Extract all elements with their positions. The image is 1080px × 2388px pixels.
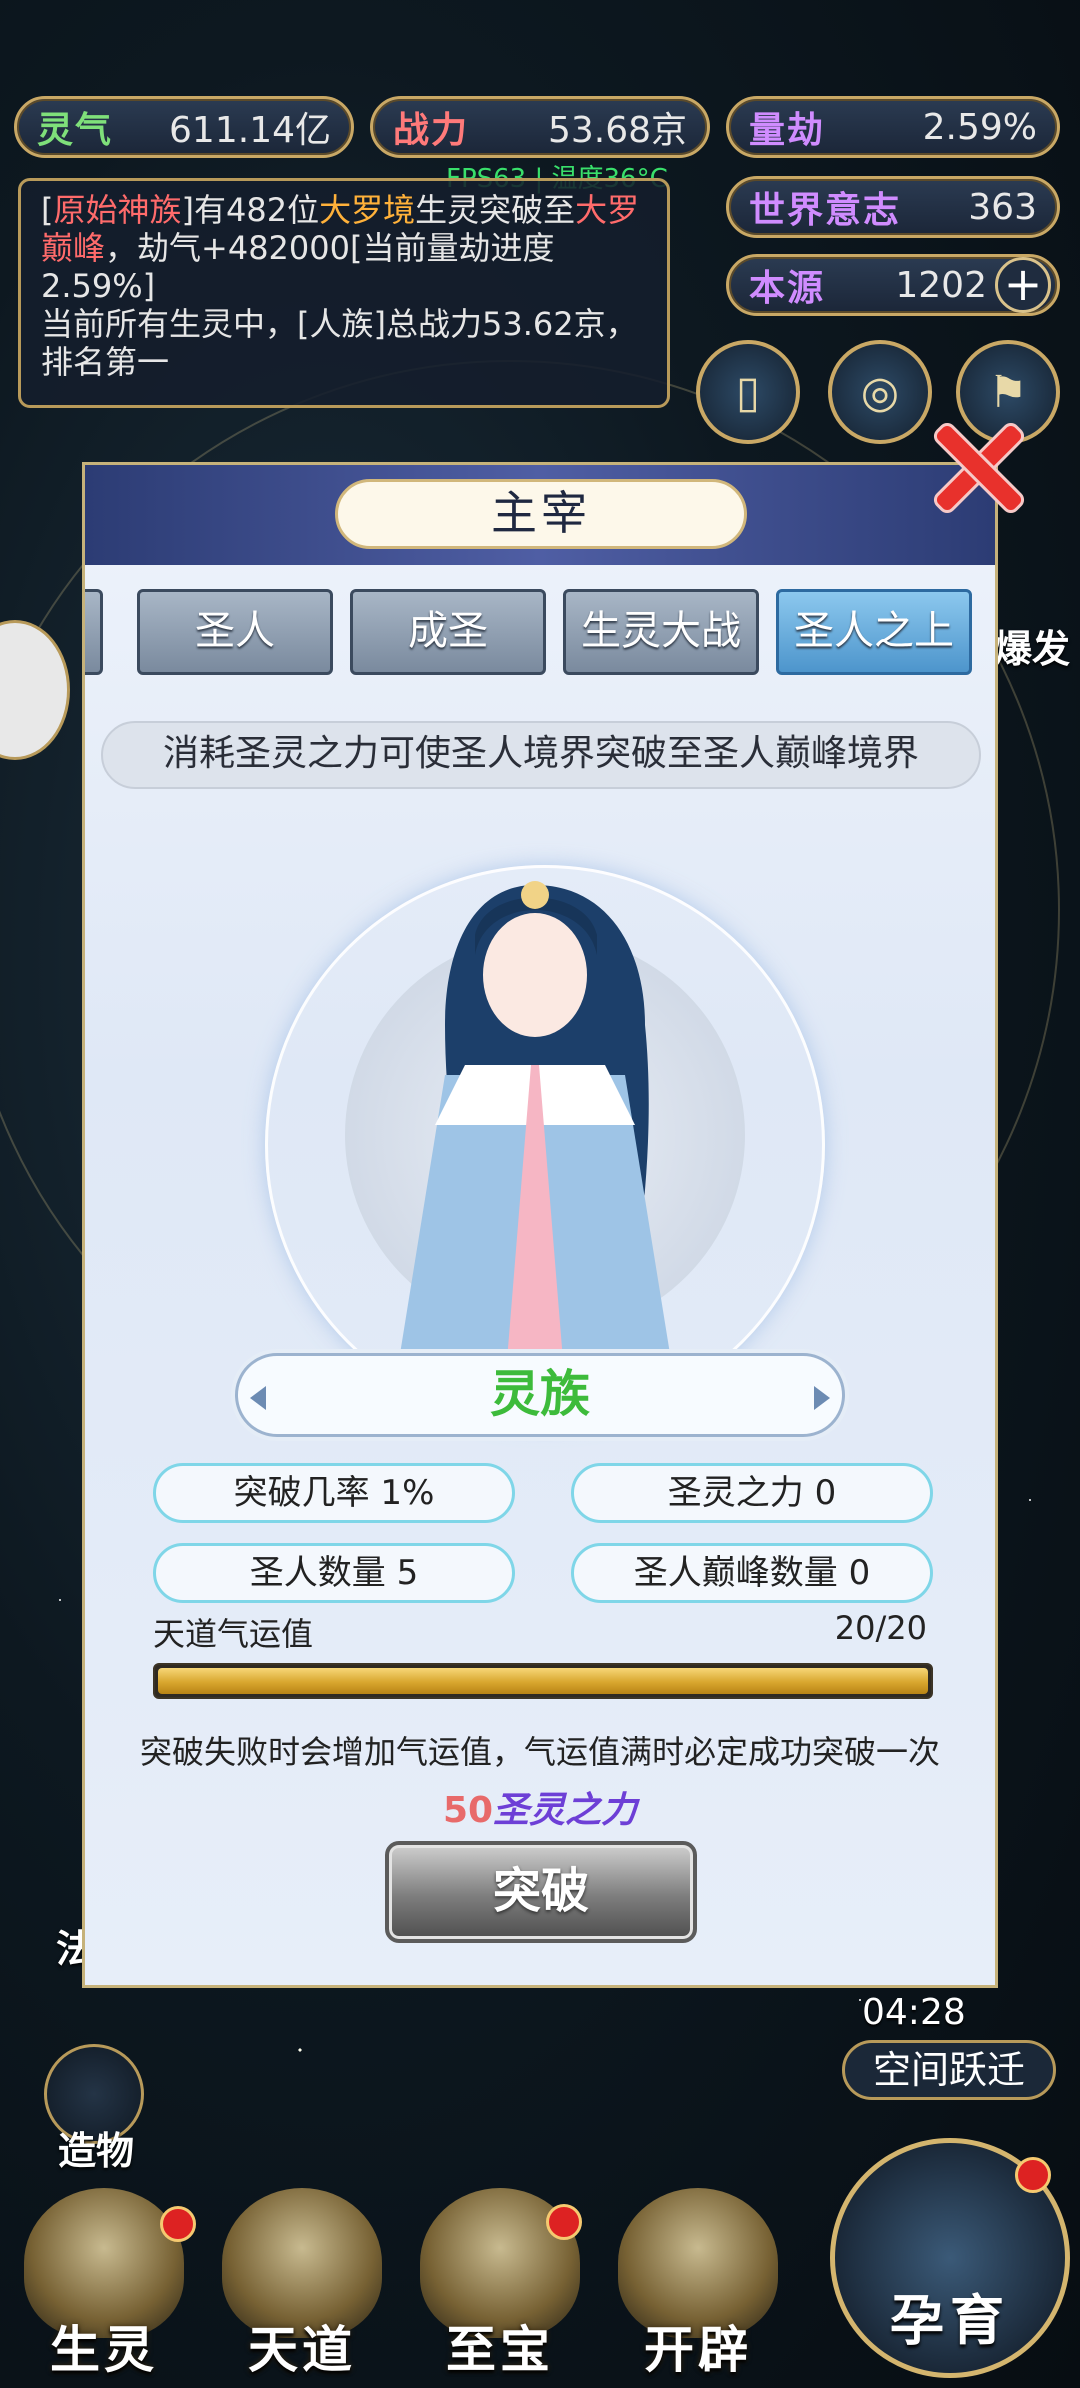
- spirit-maiden-figure: [395, 881, 675, 1385]
- tab-beyond-saint[interactable]: 圣人之上: [776, 589, 972, 675]
- nav-treasure-label: 至宝: [446, 2321, 554, 2379]
- nav-heaven-dao[interactable]: 天道: [212, 2188, 392, 2388]
- liangjie-value: 2.59%: [922, 106, 1037, 148]
- space-jump-button[interactable]: 空间跃迁: [842, 2040, 1056, 2100]
- tab-bar: 圣人 成圣 生灵大战 圣人之上: [85, 589, 995, 679]
- log-realm: 大罗境: [319, 191, 416, 229]
- nav-genesis-label: 开辟: [644, 2321, 752, 2379]
- zhanli-label: 战力: [393, 110, 470, 151]
- nav-heaven-dao-label: 天道: [248, 2321, 356, 2379]
- zhanli-pill[interactable]: 战力 53.68京: [370, 96, 710, 158]
- nav-genesis[interactable]: 开辟: [608, 2188, 788, 2388]
- event-log: [原始神族]有482位大罗境生灵突破至大罗巅峰，劫气+482000[当前量劫进度…: [18, 178, 670, 408]
- tab-scroll-left[interactable]: [85, 589, 103, 675]
- log-line-2: 当前所有生灵中，[人族]总战力53.62京，排名第一: [41, 305, 638, 381]
- lingqi-pill[interactable]: 灵气 611.14亿: [14, 96, 354, 158]
- fortune-label: 天道气运值: [153, 1615, 314, 1653]
- notification-dot: [160, 2206, 196, 2242]
- banner-icon: ⚑: [988, 366, 1028, 418]
- tab-lifeform-war[interactable]: 生灵大战: [563, 589, 759, 675]
- liangjie-label: 量劫: [749, 110, 826, 151]
- break-cost: 50圣灵之力: [85, 1781, 995, 1833]
- burst-label[interactable]: 爆发: [994, 618, 1070, 673]
- log-line-1: [原始神族]有482位大罗境生灵突破至大罗巅峰，劫气+482000[当前量劫进度…: [41, 191, 640, 305]
- description-banner: 消耗圣灵之力可使圣人境界突破至圣人巅峰境界: [101, 721, 981, 789]
- scroll-icon: ▯: [735, 366, 761, 418]
- cost-unit: 圣灵之力: [493, 1790, 638, 1831]
- nurture-button[interactable]: 孕育: [830, 2138, 1070, 2378]
- nav-lifeforms[interactable]: 生灵: [14, 2188, 196, 2388]
- notification-dot: [546, 2204, 582, 2240]
- dominator-dialog: 主宰 圣人 成圣 生灵大战 圣人之上 消耗圣灵之力可使圣人境界突破至圣人巅峰境界…: [82, 462, 998, 1988]
- origin-label: 本源: [749, 268, 826, 309]
- race-name-plate[interactable]: 灵族: [235, 1353, 845, 1437]
- world-will-value: 363: [968, 186, 1037, 228]
- notification-dot: [1015, 2157, 1051, 2193]
- character-portrait: [235, 825, 845, 1425]
- origin-pill[interactable]: 本源 1202 +: [726, 254, 1060, 316]
- breakthrough-button[interactable]: 突破: [385, 1841, 697, 1943]
- break-hint: 突破失败时会增加气运值，气运值满时必定成功突破一次: [139, 1733, 940, 1771]
- close-dialog-button[interactable]: [930, 420, 1024, 514]
- lingqi-value: 611.14亿: [169, 110, 331, 151]
- peak-saint-count-stat: 圣人巅峰数量 0: [571, 1543, 933, 1603]
- next-race-icon[interactable]: [814, 1386, 830, 1410]
- add-origin-button[interactable]: +: [995, 257, 1051, 313]
- zhanli-value: 53.68京: [547, 110, 687, 151]
- nurture-label: 孕育: [890, 2289, 1010, 2352]
- race-name: 灵族: [490, 1365, 590, 1423]
- tab-become-saint[interactable]: 成圣: [350, 589, 546, 675]
- break-rate-stat: 突破几率 1%: [153, 1463, 515, 1523]
- tab-saint[interactable]: 圣人: [137, 589, 333, 675]
- saint-count-stat: 圣人数量 5: [153, 1543, 515, 1603]
- portal-icon: ◎: [860, 366, 900, 418]
- sacred-power-stat: 圣灵之力 0: [571, 1463, 933, 1523]
- world-will-label: 世界意志: [749, 190, 902, 231]
- portal-button[interactable]: ◎: [828, 340, 932, 444]
- space-jump-timer: 04:28: [862, 1992, 966, 2033]
- origin-value: 1202: [895, 264, 987, 306]
- liangjie-pill[interactable]: 量劫 2.59%: [726, 96, 1060, 158]
- nav-lifeforms-label: 生灵: [50, 2321, 158, 2379]
- lingqi-label: 灵气: [37, 110, 114, 151]
- prev-race-icon[interactable]: [250, 1386, 266, 1410]
- world-will-pill[interactable]: 世界意志 363: [726, 176, 1060, 238]
- fortune-progress-bar: [153, 1663, 933, 1699]
- log-race: 原始神族: [53, 191, 182, 229]
- dialog-header: 主宰: [85, 465, 995, 565]
- nav-treasure[interactable]: 至宝: [410, 2188, 590, 2388]
- fortune-value: 20/20: [834, 1609, 927, 1647]
- creation-label: 造物: [58, 2129, 135, 2173]
- dialog-title: 主宰: [335, 479, 747, 549]
- scroll-button[interactable]: ▯: [696, 340, 800, 444]
- fortune-progress-fill: [158, 1668, 928, 1694]
- cost-amount: 50: [442, 1790, 494, 1831]
